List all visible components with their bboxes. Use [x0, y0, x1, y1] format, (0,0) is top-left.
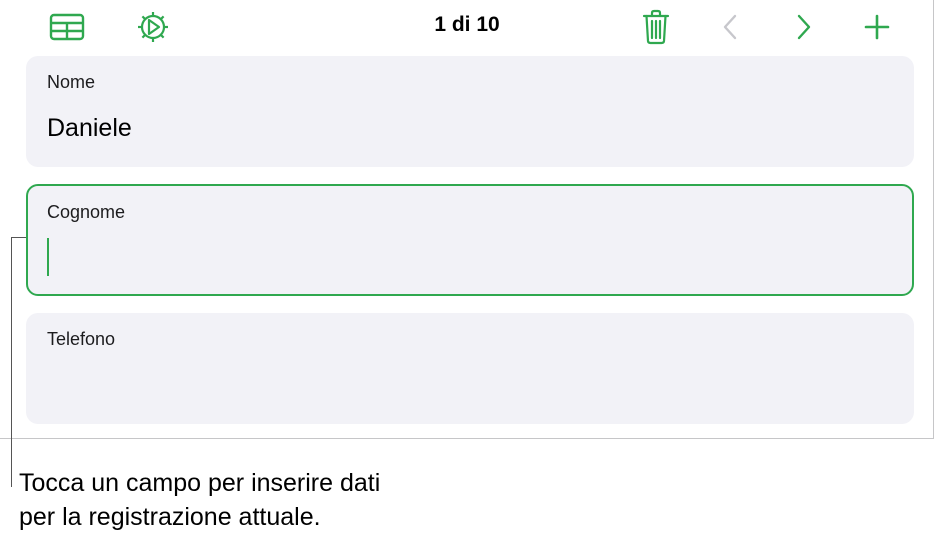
record-form-window: 1 di 10 Nome Daniele Cognome Telefono [0, 0, 934, 439]
table-view-icon [49, 13, 85, 41]
add-record-button[interactable] [860, 10, 894, 44]
chevron-left-icon [723, 14, 737, 40]
previous-record-button[interactable] [716, 10, 744, 44]
callout-leader-horizontal [11, 237, 26, 238]
toolbar: 1 di 10 [0, 0, 934, 54]
settings-gear-icon [138, 12, 168, 42]
field-cognome[interactable]: Cognome [26, 184, 914, 296]
field-telefono[interactable]: Telefono [26, 313, 914, 424]
field-nome[interactable]: Nome Daniele [26, 56, 914, 167]
delete-record-button[interactable] [640, 8, 672, 46]
table-view-button[interactable] [48, 10, 86, 44]
settings-button[interactable] [134, 8, 172, 46]
field-label: Cognome [47, 202, 126, 222]
trash-icon [642, 9, 670, 45]
field-label: Nome [47, 72, 96, 92]
text-cursor [47, 238, 49, 276]
field-label: Telefono [47, 329, 116, 349]
callout-line-1: Tocca un campo per inserire dati [19, 469, 381, 497]
next-record-button[interactable] [790, 10, 818, 44]
callout-line-2: per la registrazione attuale. [19, 503, 321, 531]
chevron-right-icon [797, 14, 811, 40]
field-value: Daniele [47, 114, 132, 142]
callout-text: Tocca un campo per inserire dati per la … [19, 466, 380, 534]
callout-leader-vertical [11, 237, 12, 487]
plus-icon [864, 14, 890, 40]
